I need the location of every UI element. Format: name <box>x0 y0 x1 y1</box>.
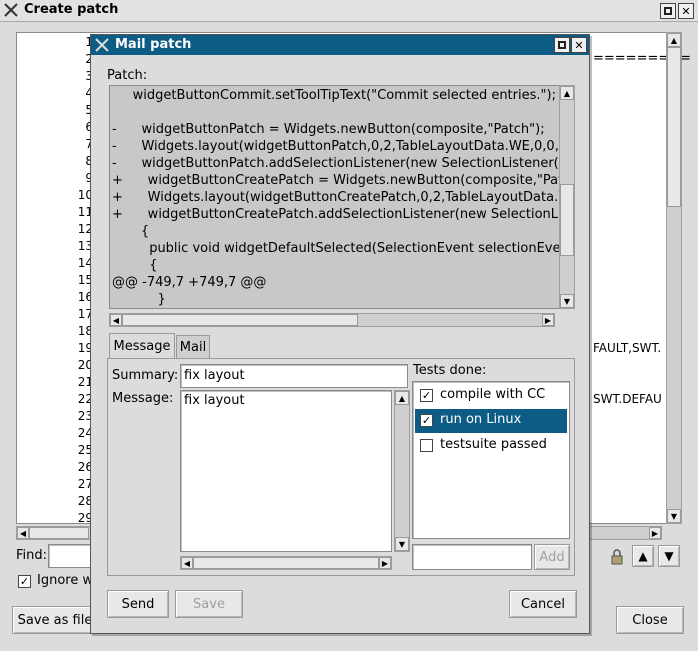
add-test-button[interactable]: Add <box>534 544 570 570</box>
patch-line: - Widgets.layout(widgetButtonPatch,0,2,T… <box>112 139 561 154</box>
test-label: compile with CC <box>440 387 546 402</box>
message-horizontal-scrollbar[interactable]: ◀ ▶ <box>180 556 392 570</box>
line-fragment: FAULT,SWT. <box>593 341 662 355</box>
find-previous-button[interactable]: ▲ <box>632 545 654 567</box>
save-button[interactable]: Save <box>175 590 243 618</box>
close-icon: ✕ <box>681 4 691 18</box>
scroll-left-icon[interactable]: ◀ <box>181 557 193 569</box>
ignore-label: Ignore w <box>37 573 94 588</box>
message-textarea[interactable]: fix layout <box>180 390 392 552</box>
test-label: testsuite passed <box>440 437 547 452</box>
mail-patch-dialog: Mail patch ✕ Patch: widgetButtonCommit.s… <box>90 34 590 634</box>
patch-line: + Widgets.layout(widgetButtonCreatePatch… <box>112 190 561 205</box>
patch-preview[interactable]: widgetButtonCommit.setToolTipText("Commi… <box>109 85 561 309</box>
close-icon: ✕ <box>574 38 584 52</box>
patch-line: @@ -749,7 +749,7 @@ <box>112 275 267 290</box>
message-label: Message: <box>112 391 174 406</box>
dialog-title: Mail patch <box>115 37 192 52</box>
scroll-right-icon[interactable]: ▶ <box>379 557 391 569</box>
patch-line: - widgetButtonPatch.addSelectionListener… <box>112 156 561 171</box>
close-button[interactable]: Close <box>616 606 684 634</box>
dialog-close-button[interactable]: ✕ <box>571 37 587 53</box>
x-logo-icon <box>4 3 18 17</box>
line-number-gutter: 1234567891011121314151617181920212223242… <box>17 33 99 525</box>
scroll-down-icon[interactable]: ▼ <box>560 294 574 308</box>
patch-line: } <box>112 292 166 307</box>
scroll-right-icon[interactable]: ▶ <box>649 527 661 539</box>
test-checkbox[interactable]: ✓ <box>420 389 433 402</box>
dialog-maximize-button[interactable] <box>554 37 570 53</box>
patch-line: { <box>112 224 150 239</box>
scroll-thumb[interactable] <box>560 184 574 256</box>
cancel-button[interactable]: Cancel <box>509 590 577 618</box>
message-tab-panel: Summary: fix layout Message: fix layout … <box>107 358 575 576</box>
patch-line: + widgetButtonCreatePatch = Widgets.newB… <box>112 173 561 188</box>
new-test-input[interactable] <box>412 544 532 570</box>
patch-line: - widgetButtonPatch = Widgets.newButton(… <box>112 122 545 137</box>
maximize-icon <box>558 41 566 49</box>
patch-line: + widgetButtonCreatePatch.addSelectionLi… <box>112 207 561 222</box>
save-as-file-button[interactable]: Save as file <box>12 606 98 634</box>
test-item[interactable]: ✓ run on Linux <box>415 409 567 433</box>
find-label: Find: <box>16 548 48 563</box>
test-checkbox[interactable]: ✓ <box>420 414 433 427</box>
patch-line: public void widgetDefaultSelected(Select… <box>112 241 561 256</box>
tests-done-label: Tests done: <box>413 363 487 378</box>
find-next-button[interactable]: ▼ <box>658 545 680 567</box>
scroll-thumb[interactable] <box>29 527 89 539</box>
send-button[interactable]: Send <box>107 590 169 618</box>
maximize-button[interactable] <box>660 3 676 19</box>
main-vertical-scrollbar[interactable]: ▲ ▼ <box>666 32 682 524</box>
line-fragment: SWT.DEFAU <box>593 392 662 406</box>
patch-vertical-scrollbar[interactable]: ▲ ▼ <box>559 85 575 309</box>
scroll-thumb[interactable] <box>193 557 379 569</box>
tab-mail[interactable]: Mail <box>176 335 210 359</box>
test-label: run on Linux <box>440 412 522 427</box>
patch-horizontal-scrollbar[interactable]: ◀ ▶ <box>109 313 555 327</box>
down-arrow-icon: ▼ <box>664 549 674 563</box>
scroll-right-icon[interactable]: ▶ <box>542 314 554 326</box>
summary-label: Summary: <box>112 368 179 383</box>
scroll-down-icon[interactable]: ▼ <box>395 537 409 551</box>
main-window-titlebar[interactable]: Create patch ✕ <box>0 0 698 22</box>
patch-line: widgetButtonCommit.setToolTipText("Commi… <box>112 88 556 103</box>
up-arrow-icon: ▲ <box>638 549 648 563</box>
main-window-title: Create patch <box>24 2 119 17</box>
scroll-up-icon[interactable]: ▲ <box>667 33 681 47</box>
dialog-titlebar[interactable]: Mail patch ✕ <box>91 35 589 55</box>
message-vertical-scrollbar[interactable]: ▲ ▼ <box>394 390 410 552</box>
close-window-button[interactable]: ✕ <box>678 3 694 19</box>
scroll-up-icon[interactable]: ▲ <box>560 86 574 100</box>
test-item[interactable]: ✓ compile with CC <box>415 384 567 408</box>
test-item[interactable]: testsuite passed <box>415 434 567 458</box>
x-logo-icon <box>95 38 109 52</box>
scroll-up-icon[interactable]: ▲ <box>395 391 409 405</box>
test-checkbox[interactable] <box>420 439 433 452</box>
patch-label: Patch: <box>107 68 148 83</box>
scroll-left-icon[interactable]: ◀ <box>110 314 122 326</box>
maximize-icon <box>664 7 672 15</box>
tab-message[interactable]: Message <box>109 333 175 359</box>
scroll-thumb[interactable] <box>122 314 358 326</box>
ignore-checkbox[interactable]: ✓ <box>18 575 31 588</box>
scroll-thumb[interactable] <box>667 47 681 207</box>
scroll-left-icon[interactable]: ◀ <box>17 527 29 539</box>
scroll-down-icon[interactable]: ▼ <box>667 509 681 523</box>
patch-line: { <box>112 258 158 273</box>
lock-icon[interactable] <box>606 546 628 568</box>
summary-input[interactable]: fix layout <box>180 364 408 388</box>
tests-list[interactable]: ✓ compile with CC ✓ run on Linux testsuite p… <box>412 381 570 539</box>
